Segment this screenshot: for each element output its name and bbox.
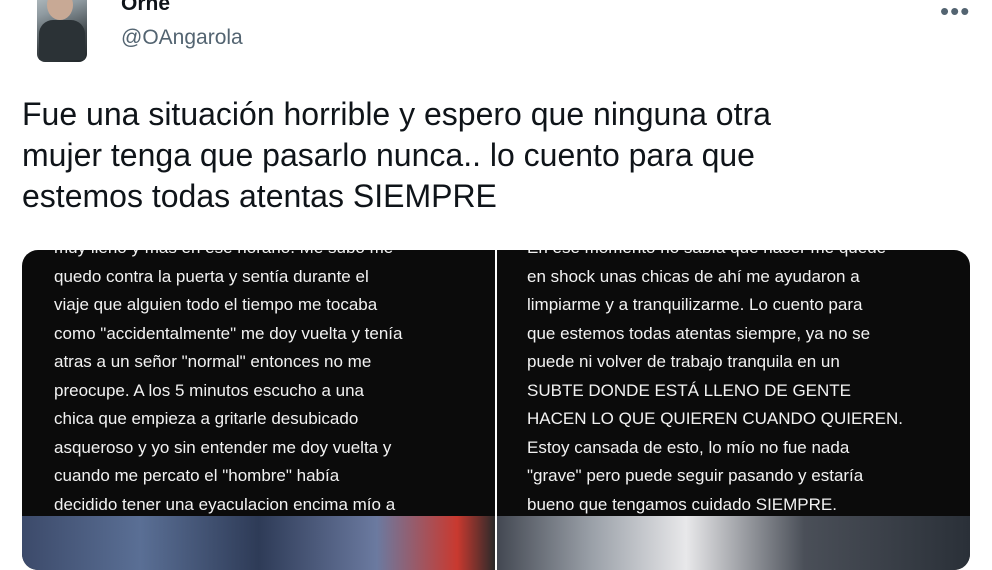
avatar[interactable] <box>37 0 87 62</box>
media-left-text: muy lleno y más en ese horario. Me subo … <box>54 250 403 514</box>
avatar-face <box>47 0 73 20</box>
media-image-left[interactable]: muy lleno y más en ese horario. Me subo … <box>22 250 495 570</box>
more-options-icon[interactable]: ••• <box>940 0 970 27</box>
media-image-right[interactable]: En ese momento no sabía que hacer me que… <box>497 250 970 570</box>
author-display-name[interactable]: Orne <box>121 0 170 16</box>
author-handle[interactable]: @OAngarola <box>121 26 243 50</box>
media-right-photo <box>497 516 970 570</box>
media-right-text: En ese momento no sabía que hacer me que… <box>527 250 903 514</box>
avatar-body <box>39 20 85 60</box>
media-left-photo <box>22 516 495 570</box>
tweet-media[interactable]: muy lleno y más en ese horario. Me subo … <box>22 250 970 570</box>
tweet-text: Fue una situación horrible y espero que … <box>22 96 771 214</box>
